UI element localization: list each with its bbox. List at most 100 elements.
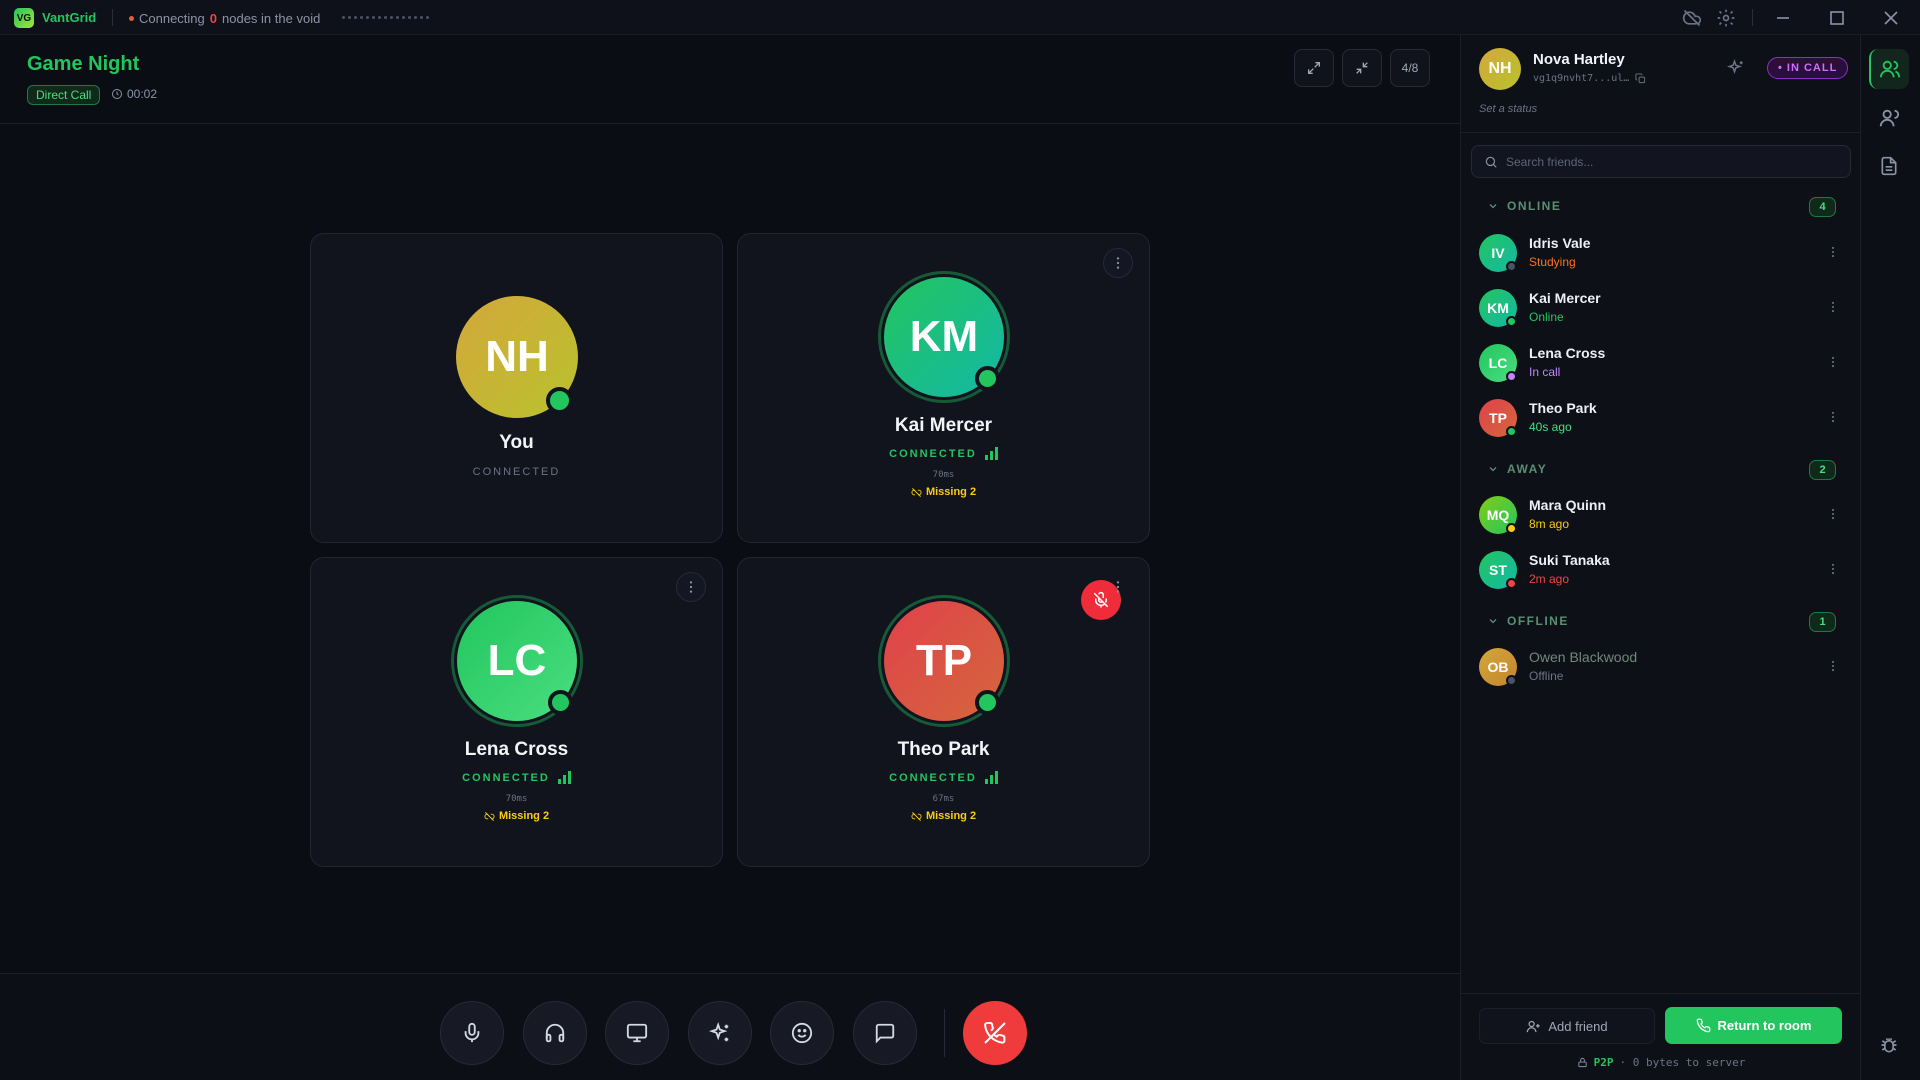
- signal-bars-icon: [984, 771, 998, 784]
- close-button[interactable]: [1879, 6, 1903, 30]
- friend-status: Online: [1529, 310, 1564, 324]
- friend-name: Mara Quinn: [1529, 497, 1607, 513]
- divider: [1752, 9, 1753, 26]
- connection-status: CONNECTED: [738, 771, 1149, 784]
- tile-menu-button[interactable]: [676, 572, 706, 602]
- connection-status: Connecting 0 nodes in the void: [129, 11, 320, 26]
- cloud-off-icon[interactable]: [1682, 8, 1702, 28]
- end-call-button[interactable]: [963, 1001, 1027, 1065]
- friend-item-owen-blackwood[interactable]: OB Owen Blackwood Offline: [1461, 640, 1861, 692]
- app-name: VantGrid: [42, 10, 97, 25]
- group-header-away[interactable]: AWAY: [1487, 462, 1547, 476]
- maximize-button[interactable]: [1825, 6, 1849, 30]
- group-count-online: 4: [1809, 197, 1836, 217]
- latency: 70ms: [505, 794, 528, 804]
- user-icon: [1879, 109, 1900, 127]
- headphones-button[interactable]: [523, 1001, 587, 1065]
- return-to-room-button[interactable]: Return to room: [1665, 1007, 1842, 1044]
- tile-menu-button[interactable]: [1103, 248, 1133, 278]
- copy-icon[interactable]: [1635, 73, 1646, 84]
- search-icon: [1484, 155, 1498, 169]
- participant-count: 4/8: [1390, 49, 1430, 87]
- participant-tile-theo-park[interactable]: TP Theo Park CONNECTED 67ms Missing 2: [737, 557, 1150, 867]
- lock-icon: [1577, 1057, 1588, 1068]
- microphone-button[interactable]: [440, 1001, 504, 1065]
- debug-button[interactable]: [1869, 1025, 1909, 1065]
- add-friend-button[interactable]: Add friend: [1479, 1008, 1655, 1044]
- friend-item-mara-quinn[interactable]: MQ Mara Quinn 8m ago: [1461, 488, 1861, 540]
- more-vertical-icon[interactable]: [1823, 242, 1843, 262]
- friend-item-kai-mercer[interactable]: KM Kai Mercer Online: [1461, 281, 1861, 333]
- smile-icon: [791, 1022, 813, 1044]
- friends-nav-button[interactable]: [1869, 49, 1909, 89]
- online-status-dot: [975, 366, 1000, 391]
- link-off-icon: [911, 811, 922, 822]
- more-vertical-icon: [1116, 257, 1120, 269]
- phone-off-icon: [984, 1021, 1006, 1044]
- users-icon: [1879, 60, 1901, 78]
- status-dot-icon: [129, 16, 134, 21]
- participant-name: Lena Cross: [464, 739, 569, 760]
- in-call-badge: • IN CALL: [1767, 57, 1849, 79]
- group-header-online[interactable]: ONLINE: [1487, 199, 1561, 213]
- effects-button[interactable]: [688, 1001, 752, 1065]
- more-vertical-icon: [1116, 581, 1120, 593]
- gear-icon[interactable]: [1716, 8, 1736, 28]
- friend-item-lena-cross[interactable]: LC Lena Cross In call: [1461, 336, 1861, 388]
- set-status-link[interactable]: Set a status: [1479, 103, 1537, 115]
- participant-tile-you[interactable]: NH You CONNECTED: [310, 233, 723, 543]
- emoji-button[interactable]: [770, 1001, 834, 1065]
- search-input[interactable]: [1506, 154, 1826, 169]
- connection-status-suffix: nodes in the void: [222, 11, 321, 26]
- user-plus-icon: [1526, 1020, 1541, 1032]
- p2p-indicator: P2P · 0 bytes to server: [1461, 1056, 1861, 1069]
- chevron-down-icon: [1489, 619, 1497, 624]
- call-controls: [0, 973, 1460, 1080]
- group-header-offline[interactable]: OFFLINE: [1487, 614, 1569, 628]
- more-vertical-icon: [689, 581, 693, 593]
- friend-name: Owen Blackwood: [1529, 649, 1638, 665]
- presence-dot: [1506, 675, 1517, 686]
- more-vertical-icon[interactable]: [1823, 559, 1843, 579]
- profile-avatar[interactable]: NH: [1479, 48, 1521, 90]
- search-field[interactable]: [1471, 145, 1851, 178]
- sparkles-icon[interactable]: [1727, 59, 1745, 77]
- call-timer: 00:02: [111, 87, 157, 101]
- friend-item-suki-tanaka[interactable]: ST Suki Tanaka 2m ago: [1461, 543, 1861, 595]
- more-vertical-icon[interactable]: [1823, 504, 1843, 524]
- more-vertical-icon[interactable]: [1823, 656, 1843, 676]
- participant-tile-kai-mercer[interactable]: KM Kai Mercer CONNECTED 70ms Missing 2: [737, 233, 1150, 543]
- more-vertical-icon[interactable]: [1823, 297, 1843, 317]
- expand-button[interactable]: [1294, 49, 1334, 87]
- more-vertical-icon[interactable]: [1823, 352, 1843, 372]
- chat-button[interactable]: [853, 1001, 917, 1065]
- friend-status: 2m ago: [1529, 572, 1570, 586]
- friend-item-theo-park[interactable]: TP Theo Park 40s ago: [1461, 391, 1861, 443]
- notes-nav-button[interactable]: [1869, 146, 1909, 186]
- participant-tile-lena-cross[interactable]: LC Lena Cross CONNECTED 70ms Missing 2: [310, 557, 723, 867]
- friend-status: 40s ago: [1529, 420, 1572, 434]
- maximize-icon: [1308, 62, 1320, 74]
- screen-share-button[interactable]: [605, 1001, 669, 1065]
- node-count: 0: [209, 11, 218, 26]
- chevron-down-icon: [1489, 467, 1497, 472]
- title-bar: VG VantGrid Connecting 0 nodes in the vo…: [0, 0, 1920, 35]
- collapse-button[interactable]: [1342, 49, 1382, 87]
- friend-item-idris-vale[interactable]: IV Idris Vale Studying: [1461, 226, 1861, 278]
- navigation-rail: [1860, 35, 1920, 1080]
- room-header: Game Night Direct Call 00:02 4/8: [0, 35, 1460, 124]
- call-duration: 00:02: [127, 87, 158, 101]
- profile-nav-button[interactable]: [1869, 98, 1909, 138]
- friend-status: 8m ago: [1529, 517, 1570, 531]
- microphone-icon: [464, 1022, 480, 1043]
- file-text-icon: [1881, 156, 1897, 176]
- latency: 70ms: [932, 470, 955, 480]
- link-off-icon: [911, 487, 922, 498]
- more-vertical-icon[interactable]: [1823, 407, 1843, 427]
- minimize-button[interactable]: [1771, 6, 1795, 30]
- latency: 67ms: [932, 794, 955, 804]
- loading-dots: [342, 16, 429, 19]
- headphones-icon: [545, 1023, 565, 1043]
- tile-menu-button[interactable]: [1103, 572, 1133, 602]
- bug-icon: [1881, 1037, 1897, 1053]
